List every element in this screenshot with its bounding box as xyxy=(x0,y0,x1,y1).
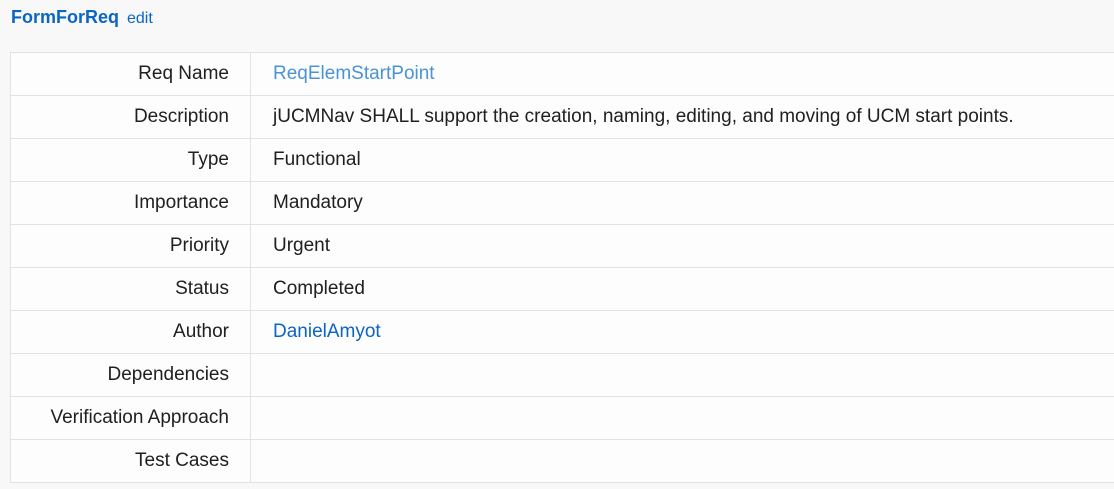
author-link[interactable]: DanielAmyot xyxy=(273,321,381,342)
table-row-author: Author DanielAmyot xyxy=(10,310,1114,354)
table-row-description: Description jUCMNav SHALL support the cr… xyxy=(10,95,1114,139)
description-value: jUCMNav SHALL support the creation, nami… xyxy=(250,95,1114,139)
description-label: Description xyxy=(10,95,251,139)
importance-value: Mandatory xyxy=(250,181,1114,225)
dependencies-value xyxy=(250,353,1114,397)
dependencies-label: Dependencies xyxy=(10,353,251,397)
table-row-req-name: Req Name ReqElemStartPoint xyxy=(10,52,1114,96)
type-value: Functional xyxy=(250,138,1114,182)
table-row-priority: Priority Urgent xyxy=(10,224,1114,268)
form-title-link[interactable]: FormForReq xyxy=(11,7,119,28)
edit-link[interactable]: edit xyxy=(127,10,153,28)
form-header: FormForReq edit xyxy=(11,7,153,29)
table-row-type: Type Functional xyxy=(10,138,1114,182)
verification-approach-label: Verification Approach xyxy=(10,396,251,440)
verification-approach-value xyxy=(250,396,1114,440)
author-value-cell: DanielAmyot xyxy=(250,310,1114,354)
table-row-dependencies: Dependencies xyxy=(10,353,1114,397)
table-row-verification-approach: Verification Approach xyxy=(10,396,1114,440)
page: FormForReq edit Req Name ReqElemStartPoi… xyxy=(0,0,1114,489)
table-row-status: Status Completed xyxy=(10,267,1114,311)
req-name-value-cell: ReqElemStartPoint xyxy=(250,52,1114,96)
priority-value: Urgent xyxy=(250,224,1114,268)
test-cases-label: Test Cases xyxy=(10,439,251,483)
requirement-form-table: Req Name ReqElemStartPoint Description j… xyxy=(10,52,1114,483)
type-label: Type xyxy=(10,138,251,182)
status-label: Status xyxy=(10,267,251,311)
req-name-link[interactable]: ReqElemStartPoint xyxy=(273,63,435,84)
author-label: Author xyxy=(10,310,251,354)
table-row-importance: Importance Mandatory xyxy=(10,181,1114,225)
test-cases-value xyxy=(250,439,1114,483)
table-row-test-cases: Test Cases xyxy=(10,439,1114,483)
status-value: Completed xyxy=(250,267,1114,311)
importance-label: Importance xyxy=(10,181,251,225)
priority-label: Priority xyxy=(10,224,251,268)
req-name-label: Req Name xyxy=(10,52,251,96)
